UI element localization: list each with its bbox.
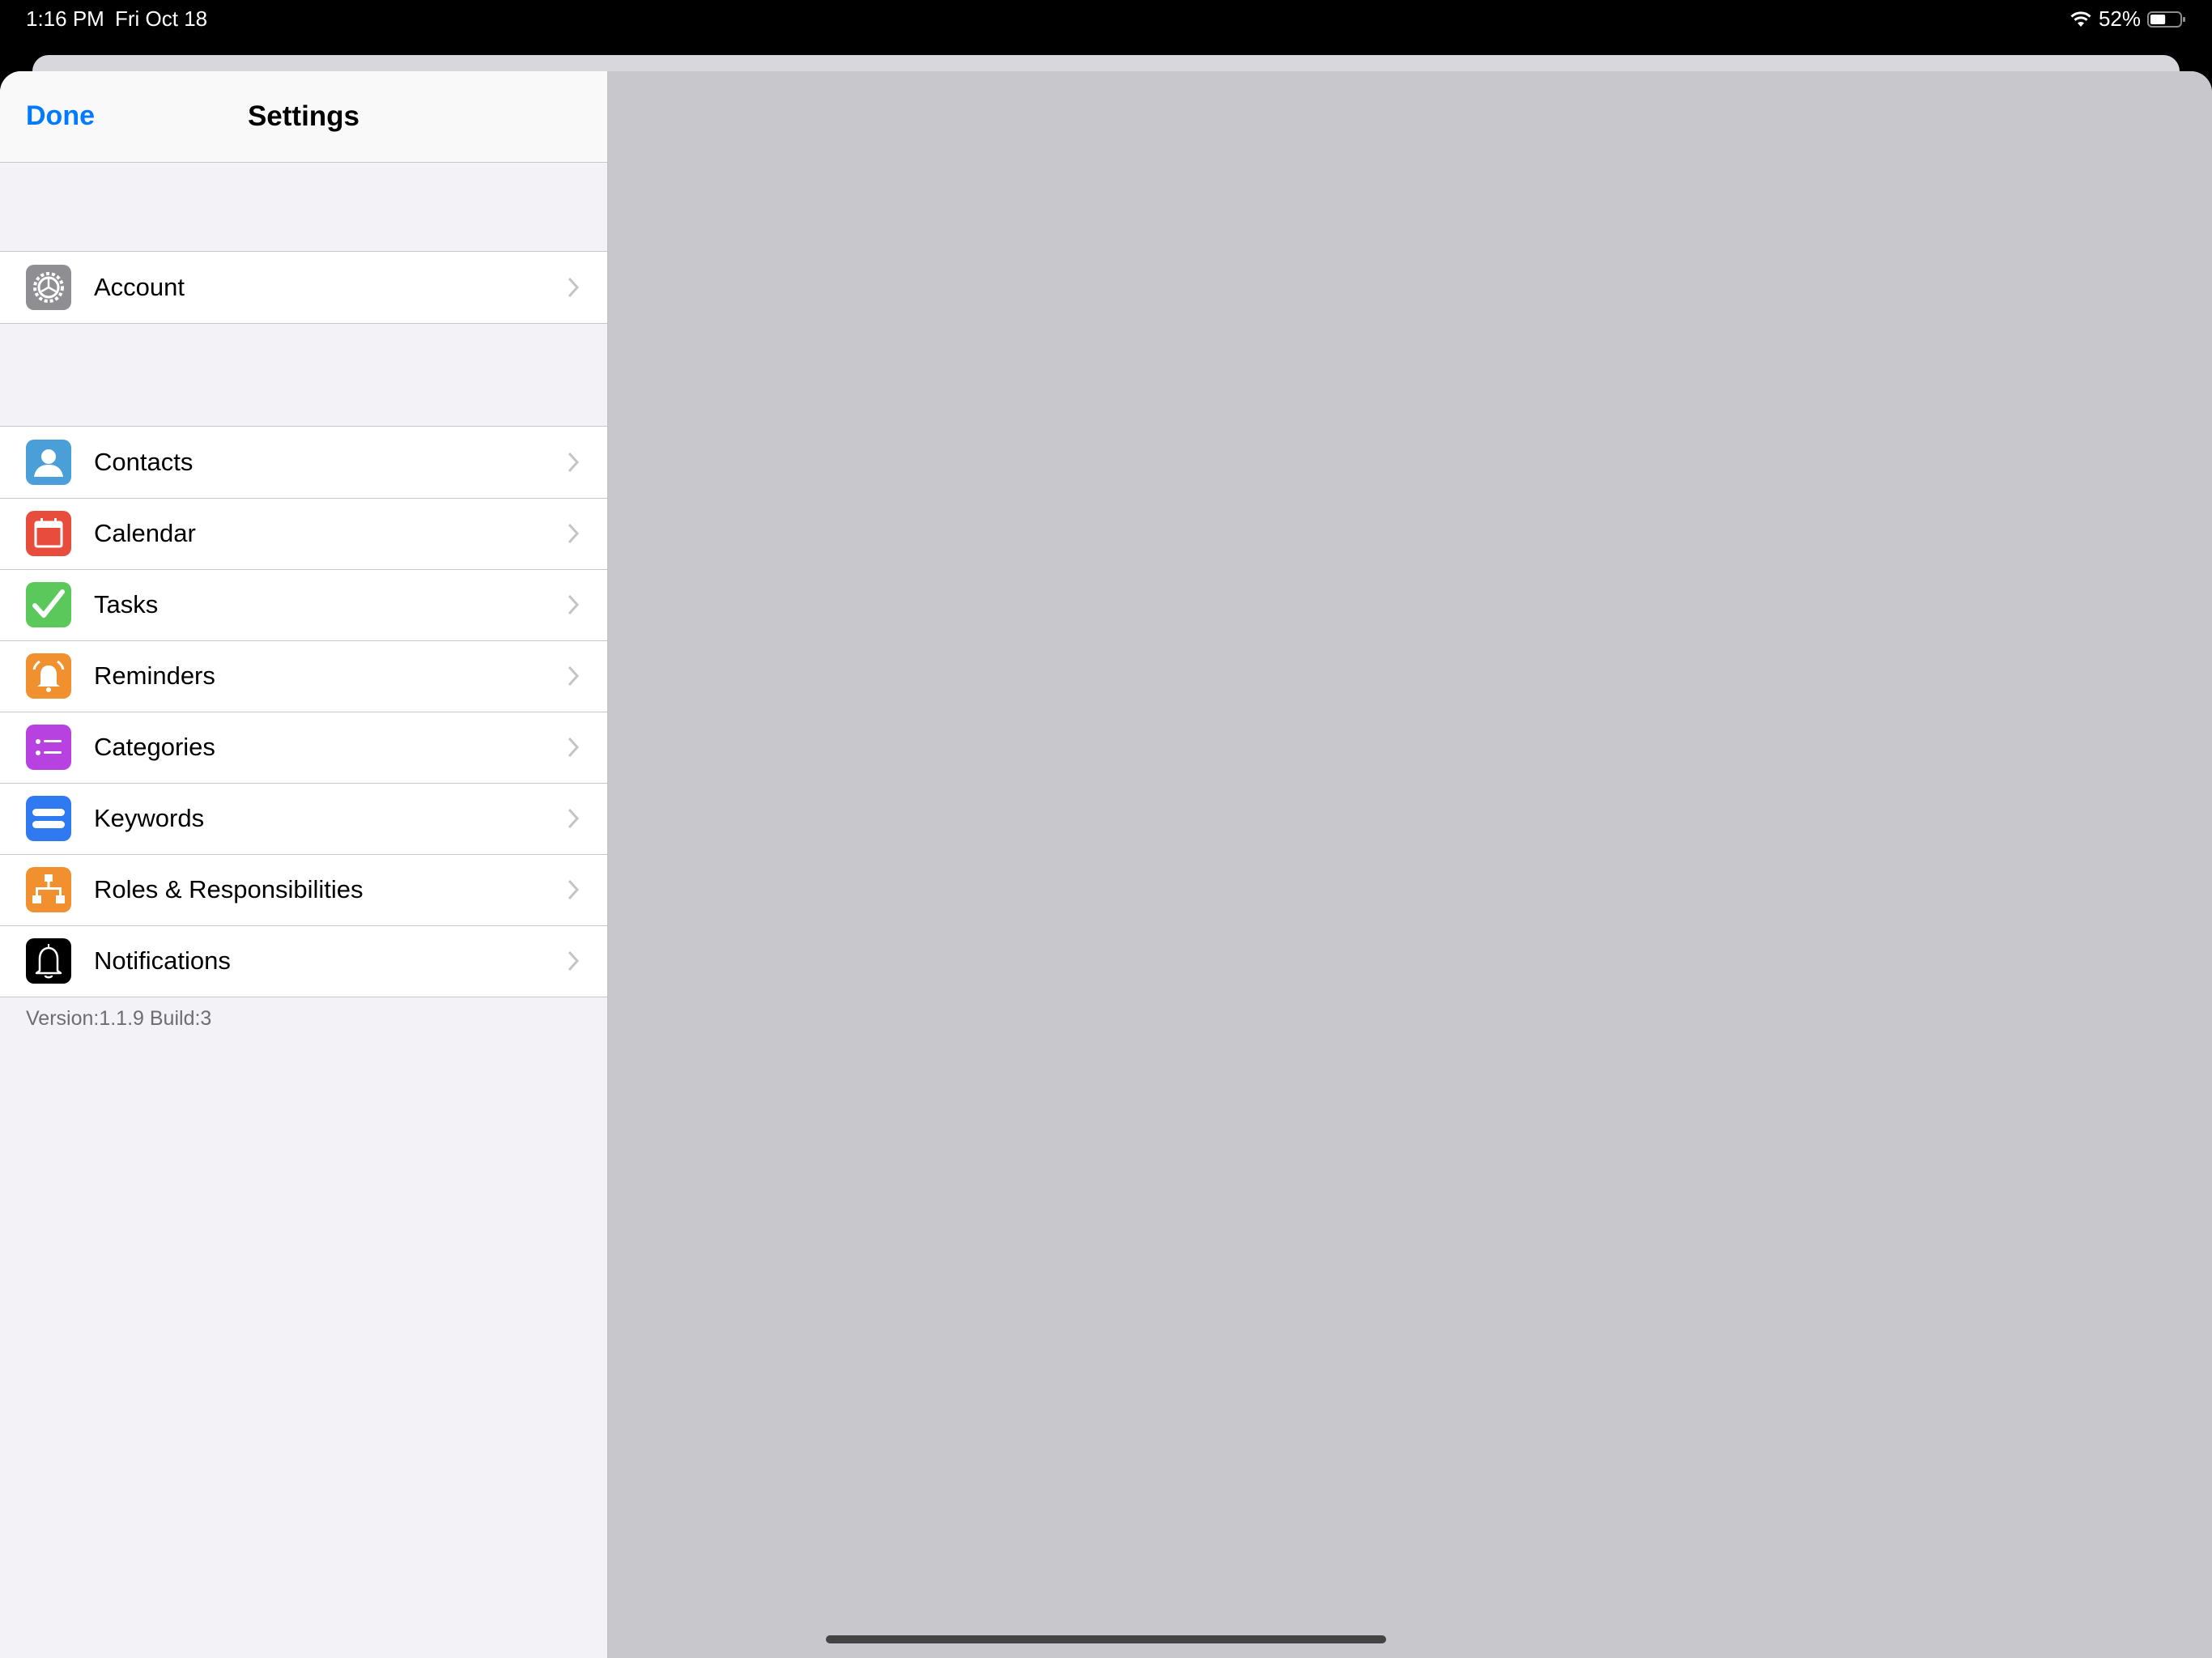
wifi-icon [2070, 11, 2091, 27]
status-time: 1:16 PM [26, 6, 104, 31]
settings-row-contacts[interactable]: Contacts [0, 427, 607, 498]
row-label: Account [94, 273, 185, 301]
settings-sheet: Done Settings Account Contacts Calendar … [0, 71, 2212, 1658]
master-panel: Done Settings Account Contacts Calendar … [0, 71, 608, 1658]
chevron-right-icon [568, 594, 580, 615]
chevron-right-icon [568, 737, 580, 758]
row-label: Tasks [94, 590, 159, 619]
settings-row-account[interactable]: Account [0, 252, 607, 323]
battery-icon [2147, 11, 2185, 28]
version-label: Version:1.1.9 Build:3 [26, 1007, 212, 1030]
list-icon [26, 725, 71, 770]
settings-row-reminders[interactable]: Reminders [0, 640, 607, 712]
settings-row-tasks[interactable]: Tasks [0, 569, 607, 640]
gear-icon [26, 265, 71, 310]
settings-row-keywords[interactable]: Keywords [0, 783, 607, 854]
status-date: Fri Oct 18 [115, 6, 208, 31]
page-title: Settings [247, 100, 360, 132]
row-label: Notifications [94, 946, 231, 975]
settings-row-roles[interactable]: Roles & Responsibilities [0, 854, 607, 925]
status-bar: 1:16 PM Fri Oct 18 52% [0, 0, 2212, 53]
chevron-right-icon [568, 808, 580, 829]
bell-alarm-icon [26, 653, 71, 699]
battery-percent: 52% [2098, 6, 2141, 31]
navigation-bar: Done Settings [0, 71, 607, 163]
settings-row-categories[interactable]: Categories [0, 712, 607, 783]
keyword-icon [26, 796, 71, 841]
bell-icon [26, 938, 71, 984]
row-label: Reminders [94, 661, 215, 690]
settings-group-account: Account [0, 251, 607, 324]
settings-row-calendar[interactable]: Calendar [0, 498, 607, 569]
row-label: Contacts [94, 448, 194, 476]
detail-panel [608, 71, 2212, 1658]
chevron-right-icon [568, 879, 580, 900]
row-label: Categories [94, 733, 215, 761]
chevron-right-icon [568, 452, 580, 473]
settings-row-notifications[interactable]: Notifications [0, 925, 607, 997]
hierarchy-icon [26, 867, 71, 912]
chevron-right-icon [568, 277, 580, 298]
row-label: Roles & Responsibilities [94, 875, 364, 903]
chevron-right-icon [568, 523, 580, 544]
settings-group-main: Contacts Calendar Tasks Reminders Catego… [0, 426, 607, 997]
calendar-icon [26, 511, 71, 556]
chevron-right-icon [568, 665, 580, 687]
chevron-right-icon [568, 950, 580, 971]
home-indicator[interactable] [826, 1635, 1386, 1643]
row-label: Keywords [94, 804, 205, 832]
contact-icon [26, 440, 71, 485]
row-label: Calendar [94, 519, 196, 547]
status-indicators: 52% [2069, 6, 2186, 32]
checkmark-icon [26, 582, 71, 627]
